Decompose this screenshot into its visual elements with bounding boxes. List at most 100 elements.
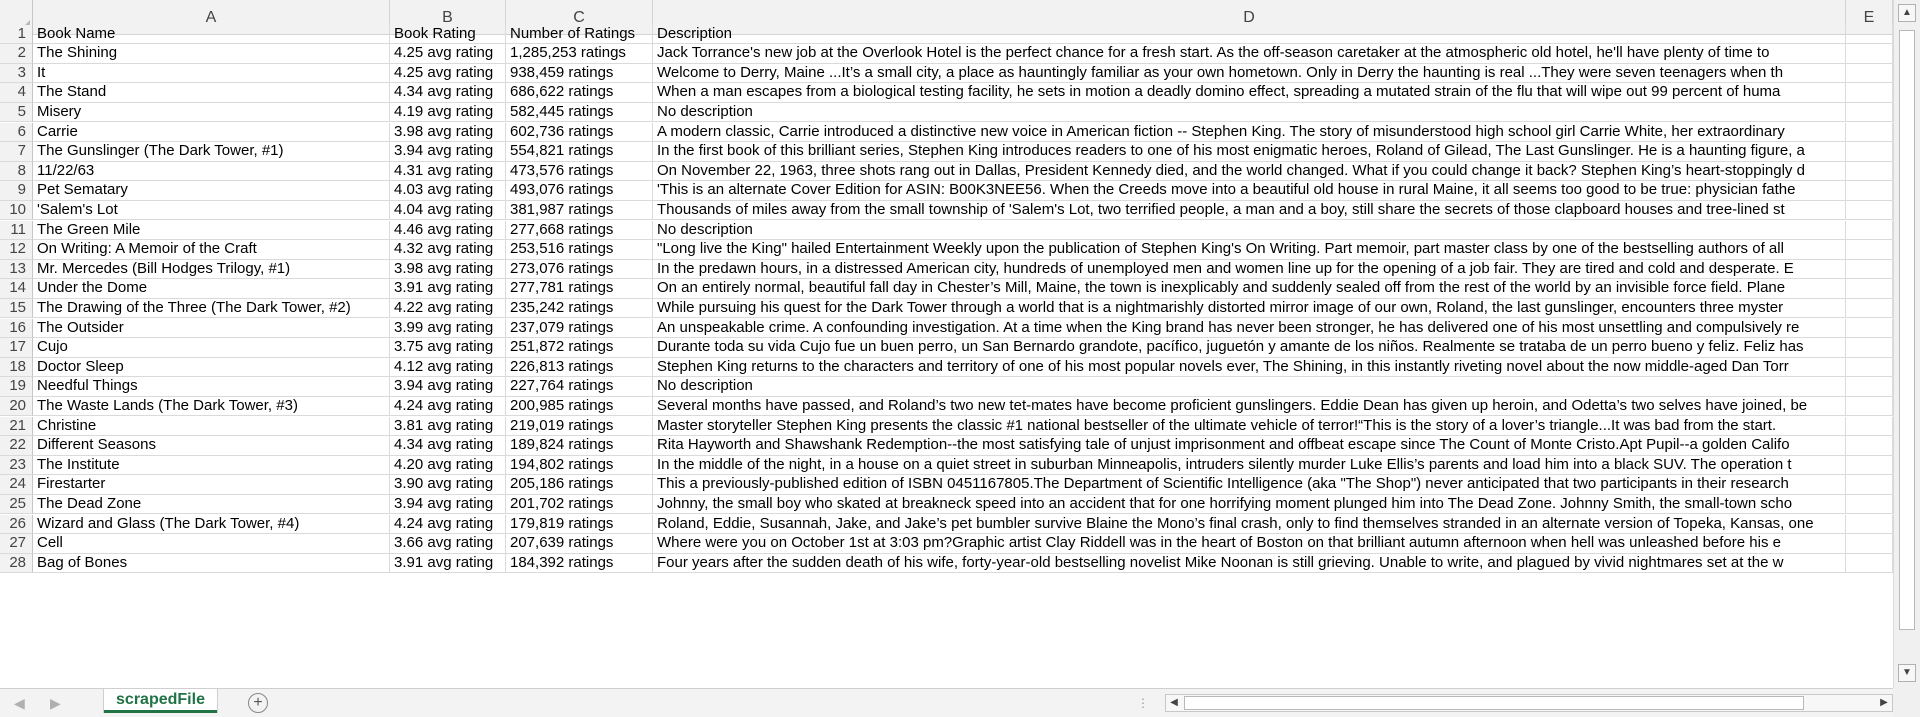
description-cell[interactable]: Rita Hayworth and Shawshank Redemption--… — [653, 436, 1846, 456]
empty-cell[interactable] — [1846, 279, 1893, 299]
book-rating-cell[interactable]: 4.04 avg rating — [390, 200, 506, 221]
description-cell[interactable]: Thousands of miles away from the small t… — [653, 200, 1846, 221]
scroll-down-icon[interactable]: ▼ — [1898, 664, 1916, 682]
row-number[interactable]: 15 — [0, 298, 33, 319]
book-name-cell[interactable]: Christine — [33, 416, 390, 437]
empty-cell[interactable] — [1846, 494, 1893, 515]
book-name-cell[interactable]: Different Seasons — [33, 436, 390, 456]
book-name-cell[interactable]: Carrie — [33, 122, 390, 143]
description-cell[interactable]: On November 22, 1963, three shots rang o… — [653, 161, 1846, 182]
row-number[interactable]: 14 — [0, 279, 33, 299]
ratings-count-cell[interactable]: 205,186 ratings — [506, 475, 653, 495]
row-number[interactable]: 2 — [0, 44, 33, 64]
description-cell[interactable]: A modern classic, Carrie introduced a di… — [653, 122, 1846, 143]
book-rating-cell[interactable]: 3.94 avg rating — [390, 142, 506, 162]
ratings-count-cell[interactable]: 277,781 ratings — [506, 279, 653, 299]
ratings-count-cell[interactable]: 938,459 ratings — [506, 63, 653, 84]
empty-cell[interactable] — [1846, 161, 1893, 182]
row-number[interactable]: 9 — [0, 181, 33, 201]
book-name-cell[interactable]: On Writing: A Memoir of the Craft — [33, 240, 390, 260]
book-name-cell[interactable]: The Dead Zone — [33, 494, 390, 515]
add-sheet-icon[interactable]: + — [248, 693, 268, 713]
empty-cell[interactable] — [1846, 240, 1893, 260]
ratings-count-cell[interactable]: 235,242 ratings — [506, 298, 653, 319]
empty-cell[interactable] — [1846, 338, 1893, 358]
description-cell[interactable]: On an entirely normal, beautiful fall da… — [653, 279, 1846, 299]
ratings-count-cell[interactable]: 226,813 ratings — [506, 357, 653, 378]
book-name-cell[interactable]: 'Salem's Lot — [33, 200, 390, 221]
book-name-cell[interactable]: The Gunslinger (The Dark Tower, #1) — [33, 142, 390, 162]
description-cell[interactable]: In the first book of this brilliant seri… — [653, 142, 1846, 162]
header-book-rating-cell[interactable]: Book Rating — [390, 24, 506, 45]
row-number[interactable]: 16 — [0, 318, 33, 339]
description-cell[interactable]: Several months have passed, and Roland’s… — [653, 396, 1846, 417]
empty-cell[interactable] — [1846, 181, 1893, 201]
book-rating-cell[interactable]: 4.32 avg rating — [390, 240, 506, 260]
description-cell[interactable]: "Long live the King" hailed Entertainmen… — [653, 240, 1846, 260]
ratings-count-cell[interactable]: 473,576 ratings — [506, 161, 653, 182]
description-cell[interactable]: No description — [653, 220, 1846, 241]
description-cell[interactable]: Stephen King returns to the characters a… — [653, 357, 1846, 378]
row-number[interactable]: 11 — [0, 220, 33, 241]
row-number[interactable]: 20 — [0, 396, 33, 417]
header-description-cell[interactable]: Description — [653, 24, 1846, 45]
book-name-cell[interactable]: The Shining — [33, 44, 390, 64]
book-name-cell[interactable]: Pet Sematary — [33, 181, 390, 201]
empty-cell[interactable] — [1846, 200, 1893, 221]
book-rating-cell[interactable]: 3.90 avg rating — [390, 475, 506, 495]
book-rating-cell[interactable]: 4.34 avg rating — [390, 436, 506, 456]
description-cell[interactable]: This a previously-published edition of I… — [653, 475, 1846, 495]
empty-cell[interactable] — [1846, 357, 1893, 378]
row-number[interactable]: 4 — [0, 83, 33, 103]
book-rating-cell[interactable]: 4.34 avg rating — [390, 83, 506, 103]
empty-cell[interactable] — [1846, 122, 1893, 143]
book-rating-cell[interactable]: 3.94 avg rating — [390, 377, 506, 397]
empty-cell[interactable] — [1846, 416, 1893, 437]
ratings-count-cell[interactable]: 1,285,253 ratings — [506, 44, 653, 64]
book-name-cell[interactable]: The Institute — [33, 455, 390, 476]
row-number[interactable]: 23 — [0, 455, 33, 476]
ratings-count-cell[interactable]: 381,987 ratings — [506, 200, 653, 221]
description-cell[interactable]: When a man escapes from a biological tes… — [653, 83, 1846, 103]
ratings-count-cell[interactable]: 554,821 ratings — [506, 142, 653, 162]
empty-cell[interactable] — [1846, 377, 1893, 397]
row-number[interactable]: 12 — [0, 240, 33, 260]
book-rating-cell[interactable]: 4.25 avg rating — [390, 44, 506, 64]
description-cell[interactable]: While pursuing his quest for the Dark To… — [653, 298, 1846, 319]
empty-cell[interactable] — [1846, 83, 1893, 103]
empty-cell[interactable] — [1846, 318, 1893, 339]
book-name-cell[interactable]: The Waste Lands (The Dark Tower, #3) — [33, 396, 390, 417]
scroll-up-icon[interactable]: ▲ — [1898, 4, 1916, 22]
row-number[interactable]: 8 — [0, 161, 33, 182]
book-name-cell[interactable]: Bag of Bones — [33, 553, 390, 574]
horizontal-scrollbar[interactable]: ◀ ▶ — [1165, 694, 1893, 712]
book-rating-cell[interactable]: 3.94 avg rating — [390, 494, 506, 515]
ratings-count-cell[interactable]: 179,819 ratings — [506, 514, 653, 535]
empty-cell[interactable] — [1846, 534, 1893, 554]
ratings-count-cell[interactable]: 227,764 ratings — [506, 377, 653, 397]
book-name-cell[interactable]: Firestarter — [33, 475, 390, 495]
book-rating-cell[interactable]: 3.81 avg rating — [390, 416, 506, 437]
book-rating-cell[interactable]: 4.25 avg rating — [390, 63, 506, 84]
row-number[interactable]: 27 — [0, 534, 33, 554]
book-name-cell[interactable]: The Drawing of the Three (The Dark Tower… — [33, 298, 390, 319]
scroll-left-icon[interactable]: ◀ — [1166, 695, 1182, 711]
empty-cell[interactable] — [1846, 220, 1893, 241]
row-number[interactable]: 10 — [0, 200, 33, 221]
book-name-cell[interactable]: Cell — [33, 534, 390, 554]
book-rating-cell[interactable]: 3.75 avg rating — [390, 338, 506, 358]
book-name-cell[interactable]: Needful Things — [33, 377, 390, 397]
ratings-count-cell[interactable]: 582,445 ratings — [506, 102, 653, 123]
description-cell[interactable]: Master storyteller Stephen King presents… — [653, 416, 1846, 437]
row-number[interactable]: 24 — [0, 475, 33, 495]
book-name-cell[interactable]: Mr. Mercedes (Bill Hodges Trilogy, #1) — [33, 259, 390, 280]
empty-cell[interactable] — [1846, 44, 1893, 64]
book-name-cell[interactable]: Wizard and Glass (The Dark Tower, #4) — [33, 514, 390, 535]
description-cell[interactable]: 'This is an alternate Cover Edition for … — [653, 181, 1846, 201]
ratings-count-cell[interactable]: 201,702 ratings — [506, 494, 653, 515]
ratings-count-cell[interactable]: 602,736 ratings — [506, 122, 653, 143]
ratings-count-cell[interactable]: 273,076 ratings — [506, 259, 653, 280]
ratings-count-cell[interactable]: 237,079 ratings — [506, 318, 653, 339]
book-name-cell[interactable]: Under the Dome — [33, 279, 390, 299]
book-name-cell[interactable]: The Outsider — [33, 318, 390, 339]
